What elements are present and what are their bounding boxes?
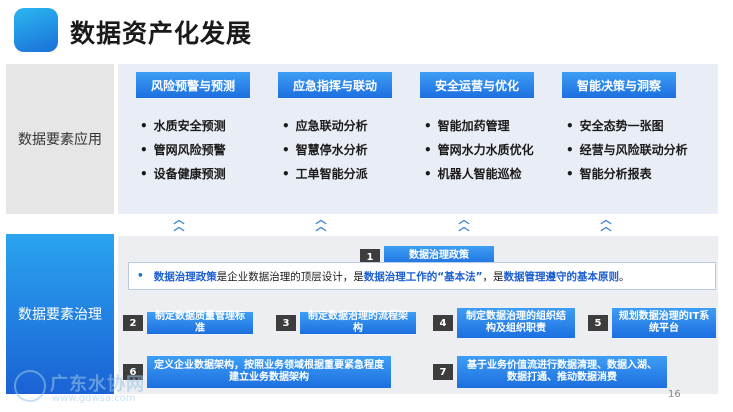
- policy-highlight: 数据治理工作的“基本法”: [363, 270, 483, 283]
- policy-highlight: 数据治理政策: [153, 270, 217, 283]
- list-item: 管网风险预警: [140, 138, 276, 162]
- step-number-7: 7: [433, 364, 453, 380]
- category-emergency-command: 应急指挥与联动 应急联动分析 智慧停水分析 工单智能分派: [278, 72, 418, 186]
- step-quality-standard: 制定数据质量管理标准: [147, 311, 253, 334]
- list-item: 智能分析报表: [566, 162, 702, 186]
- chevron-up-icon: ︿ ︿: [458, 213, 470, 233]
- policy-text: 。: [619, 270, 630, 283]
- policy-description: • 数据治理政策 是企业数据治理的顶层设计，是 数据治理工作的“基本法” ，是 数据管理…: [128, 262, 716, 290]
- category-header: 风险预警与预测: [136, 72, 250, 98]
- watermark-logo-icon: [14, 370, 46, 402]
- category-header: 智能决策与洞察: [562, 72, 676, 98]
- step-it-platform: 规划数据治理的IT系统平台: [612, 308, 716, 338]
- title-accent-bar: [14, 8, 58, 52]
- list-item: 安全态势一张图: [566, 114, 702, 138]
- category-smart-decision: 智能决策与洞察 安全态势一张图 经营与风险联动分析 智能分析报表: [562, 72, 702, 186]
- category-header: 应急指挥与联动: [278, 72, 392, 98]
- list-item: 经营与风险联动分析: [566, 138, 702, 162]
- step-data-consumption: 基于业务价值流进行数据清理、数据入湖、数据打通、推动数据消费: [457, 356, 667, 388]
- step-number-2: 2: [123, 315, 143, 331]
- list-item: 工单智能分派: [282, 162, 418, 186]
- section-label-apps: 数据要素应用: [6, 64, 114, 214]
- policy-text: 是企业数据治理的顶层设计，是: [216, 270, 364, 283]
- page-number: 16: [668, 389, 681, 400]
- policy-text: ，是: [482, 270, 504, 283]
- policy-highlight: 数据管理遵守的基本原则: [503, 270, 620, 283]
- chevron-up-icon: ︿ ︿: [315, 213, 327, 233]
- step-number-3: 3: [276, 315, 296, 331]
- chevron-up-icon: ︿ ︿: [600, 213, 612, 233]
- chevron-up-icon: ︿ ︿: [173, 213, 185, 233]
- watermark: 广东水协网 www.gdwsa.com: [14, 368, 184, 408]
- step-number-4: 4: [433, 315, 453, 331]
- bullet-icon: •: [137, 270, 144, 282]
- watermark-url: www.gdwsa.com: [52, 393, 136, 404]
- list-item: 智慧停水分析: [282, 138, 418, 162]
- list-item: 机器人智能巡检: [424, 162, 560, 186]
- category-risk-warning: 风险预警与预测 水质安全预测 管网风险预警 设备健康预测: [136, 72, 276, 186]
- category-safe-operation: 安全运营与优化 智能加药管理 管网水力水质优化 机器人智能巡检: [420, 72, 560, 186]
- step-process-architecture: 制定数据治理的流程架构: [300, 311, 416, 334]
- page-title: 数据资产化发展: [70, 19, 253, 48]
- step-organization: 制定数据治理的组织结构及组织职责: [457, 308, 575, 338]
- list-item: 智能加药管理: [424, 114, 560, 138]
- list-item: 设备健康预测: [140, 162, 276, 186]
- list-item: 管网水力水质优化: [424, 138, 560, 162]
- list-item: 水质安全预测: [140, 114, 276, 138]
- step-number-5: 5: [588, 315, 608, 331]
- list-item: 应急联动分析: [282, 114, 418, 138]
- category-header: 安全运营与优化: [420, 72, 534, 98]
